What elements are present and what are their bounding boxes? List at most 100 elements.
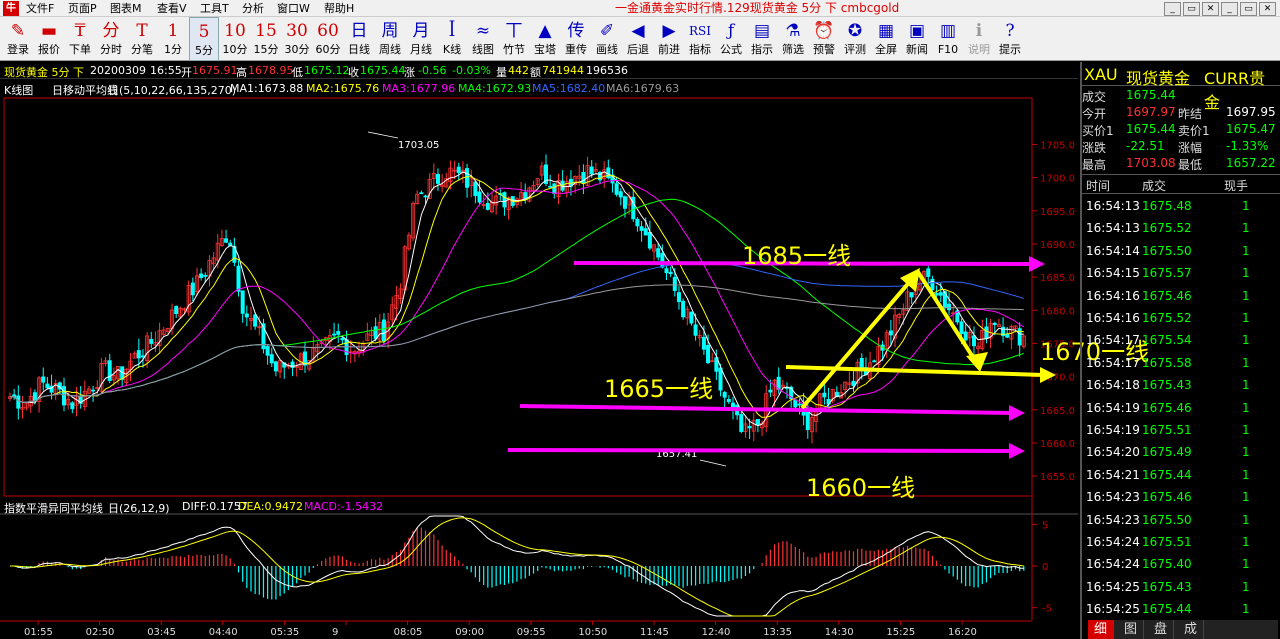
tick-price: 1675.52	[1142, 221, 1192, 236]
candle-body	[240, 290, 245, 314]
candle-body	[614, 183, 619, 195]
candle-body	[224, 238, 229, 243]
candle-body	[805, 411, 810, 431]
candle-body	[747, 425, 752, 429]
tick-volume: 1	[1242, 243, 1250, 258]
x-tick-label: 16:20	[948, 627, 977, 638]
candle-body	[552, 183, 557, 194]
candle-body	[681, 300, 686, 318]
tick-price: 1675.48	[1142, 199, 1192, 213]
arrow-1660-shaft	[507, 448, 1014, 453]
tick-row: 16:54:25 1675.44 1	[1082, 599, 1280, 621]
candle-body	[872, 360, 877, 363]
candle-body	[639, 226, 644, 231]
tick-price: 1675.43	[1142, 579, 1192, 594]
x-tick-label: 13:35	[763, 627, 792, 638]
tick-price: 1675.46	[1142, 400, 1192, 415]
candle-body	[768, 389, 773, 393]
candle-body	[718, 367, 723, 391]
candle-body	[851, 380, 856, 387]
candle-body	[706, 344, 711, 364]
candle-body	[456, 166, 461, 174]
ma2-line	[9, 174, 1024, 418]
tick-time: 16:54:24	[1086, 557, 1140, 572]
candle-body	[41, 376, 46, 383]
minimize-button[interactable]: _	[1164, 2, 1181, 16]
x-tick-label: 05:35	[270, 627, 299, 638]
candle-body	[107, 360, 112, 382]
candle-body	[236, 265, 241, 292]
candle-body	[373, 326, 378, 340]
tick-price: 1675.44	[1142, 602, 1192, 617]
right-tab-1[interactable]: 图	[1118, 620, 1144, 639]
x-tick-label: 9	[332, 627, 338, 638]
tick-price: 1675.46	[1142, 490, 1192, 505]
candle-body	[755, 419, 760, 426]
tick-volume: 1	[1242, 355, 1250, 370]
right-tab-3[interactable]: 成	[1178, 620, 1204, 639]
tick-volume: 1	[1242, 467, 1250, 482]
tick-volume: 1	[1242, 445, 1250, 460]
tick-row: 16:54:23 1675.46 1	[1082, 487, 1280, 509]
arrow-1665-head	[1009, 405, 1025, 421]
quote-value: 1657.22	[1226, 156, 1276, 170]
tick-volume: 1	[1242, 579, 1250, 594]
y-tick-label: 1660.0	[1040, 439, 1075, 450]
quote-value: 1675.44	[1126, 122, 1176, 136]
candle-body	[676, 292, 681, 303]
candle-body	[502, 192, 507, 208]
annotation-1685: 1685一线	[742, 242, 852, 270]
macd-y-label: 5	[1042, 520, 1048, 531]
tick-row: 16:54:21 1675.44 1	[1082, 465, 1280, 487]
tick-time: 16:54:16	[1086, 311, 1140, 325]
annotation-1660: 1660一线	[806, 474, 916, 502]
arrow-1685-head	[1029, 256, 1045, 272]
chart-canvas[interactable]: 1705.01700.01695.01690.01685.01680.01675…	[0, 0, 1080, 639]
macd-y-label: 0	[1042, 562, 1048, 573]
ticks-header: 时间 成交 现手	[1082, 174, 1280, 194]
candle-body	[909, 292, 914, 298]
candle-body	[199, 273, 204, 279]
x-tick-label: 11:45	[640, 627, 669, 638]
tick-row: 16:54:18 1675.43 1	[1082, 375, 1280, 397]
candle-body	[938, 292, 943, 296]
quote-label: 最高	[1082, 158, 1107, 172]
low-tag-leader	[699, 459, 727, 467]
quote-header: XAU 现货黄金 CURR贵金	[1082, 62, 1280, 112]
child-minimize-button[interactable]: _	[1221, 2, 1238, 16]
tick-time: 16:54:17	[1086, 333, 1140, 348]
candle-body	[643, 228, 648, 236]
candle-body	[253, 314, 258, 327]
candle-body	[273, 361, 278, 372]
x-tick-label: 02:50	[86, 627, 115, 638]
x-tick-label: 03:45	[147, 627, 176, 638]
tick-time: 16:54:14	[1086, 243, 1140, 258]
right-tab-2[interactable]: 盘	[1148, 620, 1174, 639]
y-tick-label: 1700.0	[1040, 174, 1075, 185]
ma6-line	[9, 284, 1024, 403]
tick-time: 16:54:16	[1086, 288, 1140, 303]
close-button[interactable]: ✕	[1202, 2, 1219, 16]
tick-time: 16:54:19	[1086, 423, 1140, 437]
child-close-button[interactable]: ✕	[1259, 2, 1276, 16]
tick-row: 16:54:24 1675.40 1	[1082, 554, 1280, 576]
candle-body	[477, 191, 482, 203]
tick-price: 1675.46	[1142, 288, 1192, 303]
quote-value: -22.51	[1126, 139, 1165, 153]
restore-button[interactable]: ▭	[1183, 2, 1200, 16]
ma1-line	[9, 171, 1024, 427]
candle-body	[859, 357, 864, 369]
candle-body	[618, 191, 623, 198]
child-restore-button[interactable]: ▭	[1240, 2, 1257, 16]
y-tick-label: 1665.0	[1040, 406, 1075, 417]
candle-body	[822, 392, 827, 398]
right-tab-0[interactable]: 细	[1088, 620, 1114, 639]
candle-body	[926, 268, 931, 277]
tick-volume: 1	[1242, 490, 1250, 505]
candle-body	[797, 403, 802, 406]
tick-row: 16:54:23 1675.50 1	[1082, 510, 1280, 532]
candle-body	[672, 276, 677, 291]
tick-volume: 1	[1242, 288, 1250, 303]
tick-row: 16:54:17 1675.58 1	[1082, 353, 1280, 375]
ticks-col-time: 时间	[1086, 179, 1111, 193]
